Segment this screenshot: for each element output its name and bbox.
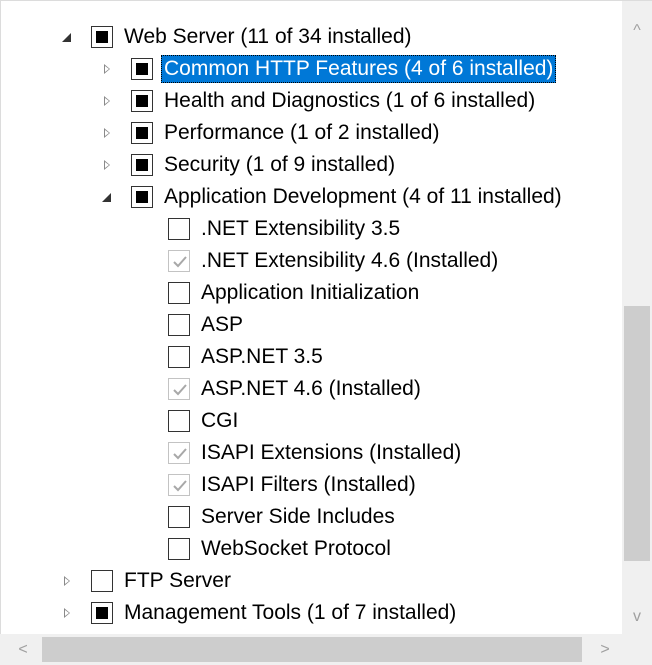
tree-item-ssi[interactable]: Server Side Includes (168, 501, 622, 533)
tree-label: Health and Diagnostics (1 of 6 installed… (164, 89, 536, 112)
tree-label: Server Side Includes (201, 505, 395, 528)
collapsed-triangle-icon[interactable] (101, 127, 113, 139)
checkbox-ssi[interactable] (168, 506, 190, 528)
tree-label: .NET Extensibility 4.6 (Installed) (201, 249, 499, 272)
checkbox-isapi-filters[interactable] (168, 474, 190, 496)
scroll-left-arrow-icon[interactable]: < (8, 634, 38, 665)
checkbox-net35[interactable] (168, 218, 190, 240)
scroll-right-arrow-icon[interactable]: > (590, 634, 620, 665)
checkbox-health[interactable] (131, 90, 153, 112)
tree-item-app-dev[interactable]: Application Development (4 of 11 install… (101, 181, 622, 213)
tree-item-web-server[interactable]: Web Server (11 of 34 installed) (61, 21, 622, 53)
tree-item-aspnet35[interactable]: ASP.NET 3.5 (168, 341, 622, 373)
checkbox-net46[interactable] (168, 250, 190, 272)
checkbox-asp[interactable] (168, 314, 190, 336)
tree-item-ftp[interactable]: FTP Server (61, 565, 622, 597)
tree-item-mgmt[interactable]: Management Tools (1 of 7 installed) (61, 597, 622, 629)
tree-label: Management Tools (1 of 7 installed) (124, 601, 457, 624)
roles-tree-window: Web Server (11 of 34 installed) Common H… (0, 0, 652, 665)
tree-item-cgi[interactable]: CGI (168, 405, 622, 437)
checkbox-websocket[interactable] (168, 538, 190, 560)
checkbox-web-server[interactable] (91, 26, 113, 48)
tree-label: Application Initialization (201, 281, 420, 304)
checkbox-mgmt[interactable] (91, 602, 113, 624)
tree-item-aspnet46[interactable]: ASP.NET 4.6 (Installed) (168, 373, 622, 405)
checkbox-app-dev[interactable] (131, 186, 153, 208)
tree-label: ASP (201, 313, 244, 336)
tree-label: ISAPI Filters (Installed) (201, 473, 416, 496)
horizontal-scroll-thumb[interactable] (42, 637, 582, 662)
scroll-down-arrow-icon[interactable]: v (622, 607, 652, 627)
tree-item-isapi-ext[interactable]: ISAPI Extensions (Installed) (168, 437, 622, 469)
tree-item-net35[interactable]: .NET Extensibility 3.5 (168, 213, 622, 245)
check-icon (173, 448, 187, 460)
collapsed-triangle-icon[interactable] (101, 95, 113, 107)
collapsed-triangle-icon[interactable] (61, 575, 73, 587)
tree-item-performance[interactable]: Performance (1 of 2 installed) (101, 117, 622, 149)
checkbox-cgi[interactable] (168, 410, 190, 432)
tree-item-app-init[interactable]: Application Initialization (168, 277, 622, 309)
checkbox-performance[interactable] (131, 122, 153, 144)
vertical-scroll-thumb[interactable] (624, 306, 650, 561)
tree-item-isapi-filters[interactable]: ISAPI Filters (Installed) (168, 469, 622, 501)
checkbox-isapi-ext[interactable] (168, 442, 190, 464)
tree-label: ASP.NET 4.6 (Installed) (201, 377, 421, 400)
checkbox-app-init[interactable] (168, 282, 190, 304)
checkbox-aspnet35[interactable] (168, 346, 190, 368)
scrollbar-corner (622, 634, 652, 665)
vertical-scrollbar[interactable]: ^ v (622, 0, 652, 634)
check-icon (173, 256, 187, 268)
tree-label-selected: Common HTTP Features (4 of 6 installed) (161, 55, 557, 83)
tree-label: WebSocket Protocol (201, 537, 391, 560)
tree-label: Web Server (11 of 34 installed) (124, 25, 412, 48)
roles-tree-view[interactable]: Web Server (11 of 34 installed) Common H… (0, 0, 622, 634)
collapsed-triangle-icon[interactable] (61, 607, 73, 619)
tree-item-security[interactable]: Security (1 of 9 installed) (101, 149, 622, 181)
tree-item-common-http[interactable]: Common HTTP Features (4 of 6 installed) (101, 53, 622, 85)
check-icon (173, 480, 187, 492)
checkbox-common-http[interactable] (131, 58, 153, 80)
tree-label: FTP Server (124, 569, 231, 592)
tree-item-net46[interactable]: .NET Extensibility 4.6 (Installed) (168, 245, 622, 277)
scroll-up-arrow-icon[interactable]: ^ (622, 21, 652, 41)
collapsed-triangle-icon[interactable] (101, 159, 113, 171)
tree-label: Performance (1 of 2 installed) (164, 121, 440, 144)
collapsed-triangle-icon[interactable] (101, 63, 113, 75)
checkbox-aspnet46[interactable] (168, 378, 190, 400)
expanded-triangle-icon[interactable] (61, 31, 73, 43)
tree-label: Security (1 of 9 installed) (164, 153, 396, 176)
tree-item-asp[interactable]: ASP (168, 309, 622, 341)
expanded-triangle-icon[interactable] (101, 191, 113, 203)
tree-label: CGI (201, 409, 239, 432)
tree-label: Application Development (4 of 11 install… (164, 185, 562, 208)
check-icon (173, 384, 187, 396)
checkbox-ftp[interactable] (91, 570, 113, 592)
horizontal-scrollbar[interactable]: < > (0, 634, 622, 665)
checkbox-security[interactable] (131, 154, 153, 176)
tree-label: ASP.NET 3.5 (201, 345, 323, 368)
tree-label: .NET Extensibility 3.5 (201, 217, 401, 240)
tree-item-health[interactable]: Health and Diagnostics (1 of 6 installed… (101, 85, 622, 117)
tree-label: ISAPI Extensions (Installed) (201, 441, 462, 464)
tree-item-websocket[interactable]: WebSocket Protocol (168, 533, 622, 565)
